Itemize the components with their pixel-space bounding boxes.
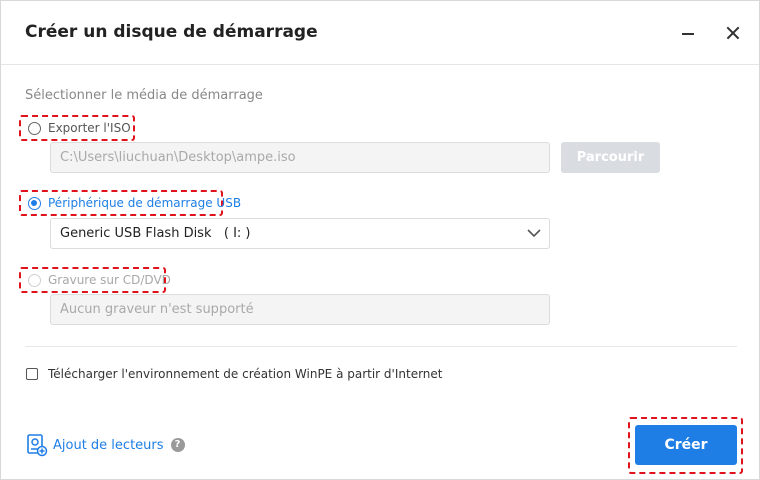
radio-button-export-iso[interactable] (28, 121, 41, 135)
cd-burner-field: Aucun graveur n'est supporté (50, 294, 550, 325)
radio-button-cd-dvd-burn[interactable] (28, 273, 41, 287)
add-drivers-icon (27, 434, 48, 457)
radio-button-usb-boot-device[interactable] (28, 196, 41, 210)
radio-export-iso-label: Exporter l'ISO (48, 121, 131, 135)
section-divider (25, 346, 737, 347)
chevron-down-icon (527, 229, 541, 238)
create-button[interactable]: Créer (635, 425, 737, 465)
usb-device-selected-value: Generic USB Flash Disk ( I: ) (60, 226, 251, 241)
create-boot-disk-dialog: Créer un disque de démarrage Sélectionne… (0, 0, 760, 480)
close-icon[interactable] (723, 23, 743, 43)
download-winpe-label: Télécharger l'environnement de création … (48, 367, 443, 381)
title-bar: Créer un disque de démarrage (1, 1, 759, 65)
help-icon[interactable]: ? (170, 438, 185, 452)
boot-media-section-label: Sélectionner le média de démarrage (25, 88, 263, 103)
add-drivers-label: Ajout de lecteurs (53, 437, 164, 453)
radio-cd-dvd-burn[interactable]: Gravure sur CD/DVD (19, 267, 171, 293)
minimize-icon[interactable] (678, 23, 698, 43)
radio-usb-boot-device[interactable]: Périphérique de démarrage USB (19, 190, 241, 216)
usb-device-select[interactable]: Generic USB Flash Disk ( I: ) (50, 218, 550, 249)
iso-path-input[interactable]: C:\Users\liuchuan\Desktop\ampe.iso (50, 142, 550, 173)
radio-export-iso[interactable]: Exporter l'ISO (19, 115, 135, 141)
add-drivers-link[interactable]: Ajout de lecteurs ? (26, 433, 185, 457)
radio-usb-boot-device-label: Périphérique de démarrage USB (48, 196, 242, 210)
download-winpe-checkbox-row[interactable]: Télécharger l'environnement de création … (26, 367, 443, 381)
browse-button[interactable]: Parcourir (561, 142, 660, 173)
download-winpe-checkbox[interactable] (26, 368, 38, 380)
dialog-title: Créer un disque de démarrage (25, 22, 318, 42)
radio-cd-dvd-burn-label: Gravure sur CD/DVD (48, 273, 171, 287)
